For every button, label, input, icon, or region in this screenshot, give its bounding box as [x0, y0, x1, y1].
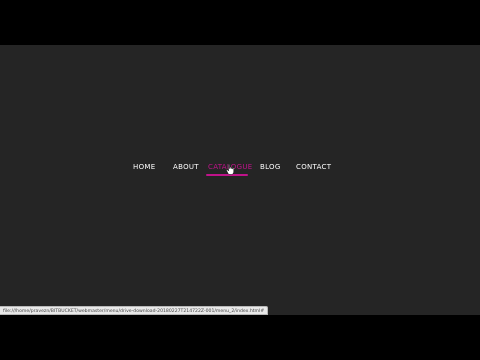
- nav-item-about[interactable]: ABOUT: [173, 162, 199, 172]
- browser-viewport: HOME ABOUT CATALOGUE BLOG CONTACT: [0, 45, 480, 315]
- pointer-cursor-icon: [226, 164, 234, 175]
- nav-item-blog[interactable]: BLOG: [260, 162, 281, 172]
- nav-item-contact[interactable]: CONTACT: [296, 162, 331, 172]
- nav-item-home[interactable]: HOME: [133, 162, 155, 172]
- main-nav: HOME ABOUT CATALOGUE BLOG CONTACT: [0, 162, 480, 178]
- status-bar-url: file:///home/pravezn/BITBUCKET/webmaster…: [0, 306, 269, 315]
